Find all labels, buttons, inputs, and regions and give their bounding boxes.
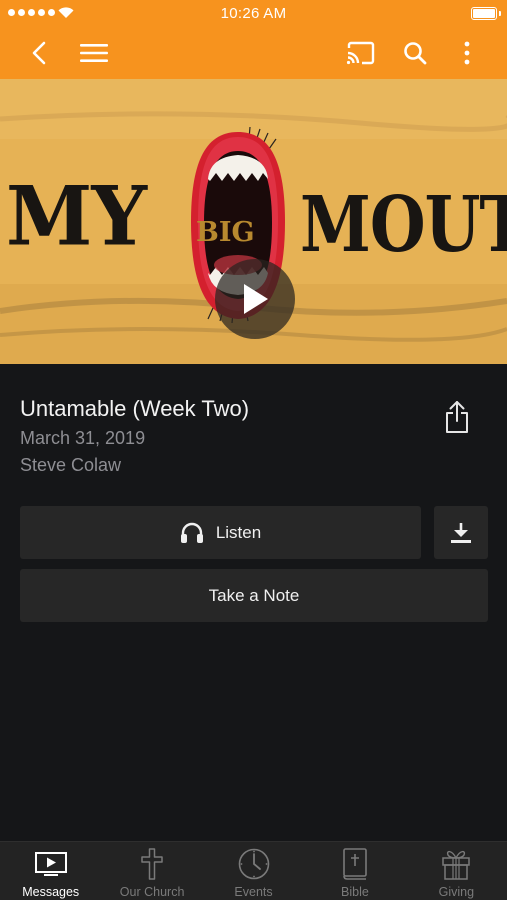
search-icon [404, 41, 427, 64]
tab-events[interactable]: Events [203, 842, 304, 900]
message-date: March 31, 2019 [20, 428, 146, 448]
listen-label: Listen [215, 522, 262, 542]
video-icon [34, 852, 67, 876]
artwork-title-my: MY [6, 168, 147, 265]
status-time: 10:26 AM [220, 5, 287, 22]
gift-icon [442, 850, 471, 880]
cast-icon [346, 41, 375, 64]
back-chevron-icon [32, 41, 46, 64]
tab-messages[interactable]: Messages [0, 842, 101, 900]
more-options-button[interactable] [456, 26, 478, 79]
tab-bible[interactable]: Bible [304, 842, 405, 900]
tab-bar: Messages Our Church Events Bible Giving [0, 841, 507, 900]
search-button[interactable] [401, 26, 429, 79]
cross-icon [141, 848, 163, 880]
cast-button[interactable] [344, 26, 378, 79]
tab-label: Bible [341, 885, 369, 899]
bible-icon [343, 848, 367, 880]
download-button[interactable] [434, 506, 488, 559]
navigation-bar [0, 26, 507, 79]
tab-label: Messages [22, 885, 80, 899]
take-note-button[interactable]: Take a Note [20, 569, 488, 622]
share-button[interactable] [440, 398, 474, 436]
message-title: Untamable (Week Two) [20, 396, 250, 421]
status-bar: 10:26 AM [0, 0, 507, 26]
play-icon [244, 284, 268, 314]
download-icon [451, 522, 471, 543]
artwork-title-mouth: MOUTH [300, 180, 507, 270]
battery-icon [471, 7, 501, 20]
take-note-label: Take a Note [208, 585, 300, 605]
tab-label: Our Church [119, 885, 185, 899]
sermon-artwork[interactable]: MY MOUTH BIG [0, 79, 507, 364]
menu-button[interactable] [78, 26, 110, 79]
message-speaker: Steve Colaw [20, 455, 122, 475]
share-icon [446, 401, 468, 433]
tab-our-church[interactable]: Our Church [101, 842, 202, 900]
listen-button[interactable]: Listen [20, 506, 421, 559]
play-video-button[interactable] [215, 259, 295, 339]
clock-icon [238, 848, 269, 880]
menu-icon [80, 43, 108, 62]
artwork-title-big: BIG [196, 217, 255, 248]
more-vertical-icon [464, 41, 470, 64]
tab-label: Giving [438, 885, 475, 899]
tab-giving[interactable]: Giving [406, 842, 507, 900]
headphones-icon [180, 522, 203, 543]
tab-label: Events [234, 885, 273, 899]
back-button[interactable] [24, 26, 54, 79]
